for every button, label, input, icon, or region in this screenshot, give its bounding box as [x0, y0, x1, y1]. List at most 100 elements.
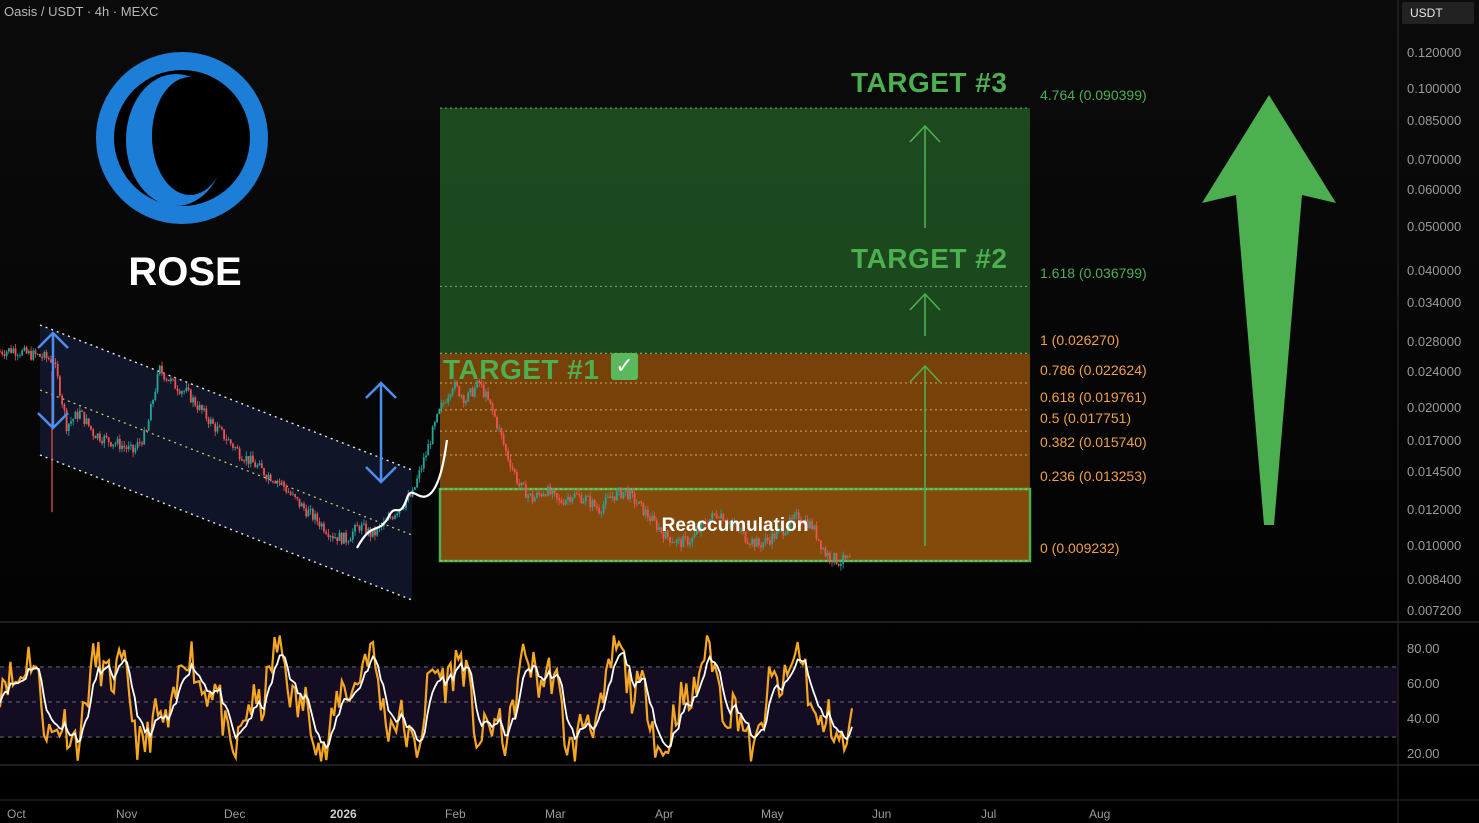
- candle-body: [316, 513, 319, 522]
- candle-body: [358, 526, 361, 531]
- candle-body: [63, 404, 66, 410]
- candle-body: [527, 494, 529, 499]
- candle-body: [600, 512, 603, 514]
- price-tick: 0.040000: [1407, 263, 1462, 278]
- candle-body: [842, 555, 845, 564]
- candle-body: [602, 504, 605, 513]
- candle-body: [848, 556, 851, 558]
- candle-body: [757, 538, 760, 546]
- time-tick: Mar: [545, 807, 566, 821]
- price-tick: 0.028000: [1407, 334, 1462, 349]
- candle-body: [229, 439, 232, 444]
- candle-body: [349, 539, 352, 542]
- candle-body: [351, 531, 354, 540]
- candle-body: [318, 521, 321, 527]
- candle-body: [96, 433, 99, 439]
- candle-body: [331, 536, 334, 539]
- candle-body: [112, 444, 115, 447]
- candle-body: [766, 537, 769, 541]
- candle-body: [671, 542, 674, 544]
- candle-body: [691, 537, 694, 543]
- candle-body: [1, 351, 4, 355]
- candle-body: [611, 496, 614, 498]
- candle-body: [280, 481, 283, 483]
- chart-canvas[interactable]: Oasis / USDT · 4h · MEXC USDT ROSE TARGE…: [0, 0, 1479, 823]
- candle-body: [469, 388, 472, 393]
- price-chart[interactable]: [0, 0, 1479, 823]
- candle-body: [61, 395, 64, 405]
- candle-body: [595, 506, 598, 509]
- candle-body: [183, 390, 186, 392]
- candle-body: [287, 492, 290, 493]
- candle-body: [846, 556, 849, 559]
- candle-body: [305, 508, 308, 517]
- candle-body: [642, 502, 645, 516]
- candle-body: [549, 486, 552, 495]
- candle-body: [627, 489, 629, 500]
- candle-body: [507, 450, 509, 460]
- candle-body: [391, 517, 394, 519]
- candle-body: [300, 503, 303, 507]
- candle-body: [689, 542, 691, 545]
- candle-body: [531, 493, 534, 502]
- candle-body: [298, 498, 301, 507]
- candle-body: [416, 478, 419, 488]
- candle-body: [347, 541, 350, 543]
- candle-body: [187, 387, 190, 390]
- candle-body: [571, 497, 574, 502]
- candle-body: [673, 542, 676, 544]
- price-tick: 0.100000: [1407, 81, 1462, 96]
- candle-body: [609, 496, 612, 498]
- currency-tag[interactable]: USDT: [1402, 2, 1474, 24]
- candle-body: [59, 376, 61, 396]
- candle-body: [87, 418, 90, 426]
- candle-body: [824, 548, 827, 557]
- candle-body: [551, 490, 554, 495]
- candle-body: [14, 348, 17, 356]
- fib-level: 0.236 (0.013253): [1040, 468, 1147, 484]
- candle-body: [158, 365, 161, 375]
- candle-body: [389, 516, 392, 518]
- candle-body: [591, 500, 594, 508]
- candle-body: [227, 439, 230, 441]
- candle-body: [409, 494, 412, 497]
- fib-level: 1.618 (0.036799): [1040, 265, 1147, 281]
- candle-body: [840, 563, 842, 566]
- candle-body: [467, 392, 470, 402]
- candle-body: [247, 455, 250, 464]
- price-tick: 0.014500: [1407, 464, 1462, 479]
- candle-body: [272, 481, 274, 483]
- candle-body: [36, 353, 39, 355]
- candle-body: [289, 492, 292, 495]
- price-tick: 0.008400: [1407, 572, 1462, 587]
- candle-body: [820, 540, 822, 550]
- candle-body: [216, 426, 219, 432]
- candle-body: [440, 403, 443, 409]
- candle-body: [98, 433, 101, 441]
- candle-body: [604, 497, 607, 505]
- candle-body: [558, 498, 561, 501]
- candle-body: [587, 496, 589, 498]
- candle-body: [274, 481, 277, 484]
- candle-body: [101, 440, 103, 444]
- candle-body: [41, 356, 44, 358]
- candle-body: [185, 387, 188, 391]
- candle-body: [746, 542, 749, 544]
- candle-body: [582, 501, 585, 504]
- candle-body: [343, 532, 345, 544]
- price-tick: 0.024000: [1407, 364, 1462, 379]
- price-tick: 0.050000: [1407, 219, 1462, 234]
- candle-body: [147, 420, 150, 431]
- candle-body: [471, 388, 474, 397]
- candle-body: [458, 386, 461, 397]
- osc-tick: 80.00: [1407, 641, 1440, 656]
- candle-body: [837, 563, 840, 566]
- candle-body: [209, 419, 212, 424]
- price-tick: 0.017000: [1407, 433, 1462, 448]
- candle-body: [218, 426, 221, 428]
- candle-body: [491, 403, 494, 411]
- candle-body: [94, 436, 97, 439]
- target-1-label: TARGET #1: [443, 354, 600, 385]
- candle-body: [181, 391, 183, 394]
- candle-body: [536, 492, 538, 498]
